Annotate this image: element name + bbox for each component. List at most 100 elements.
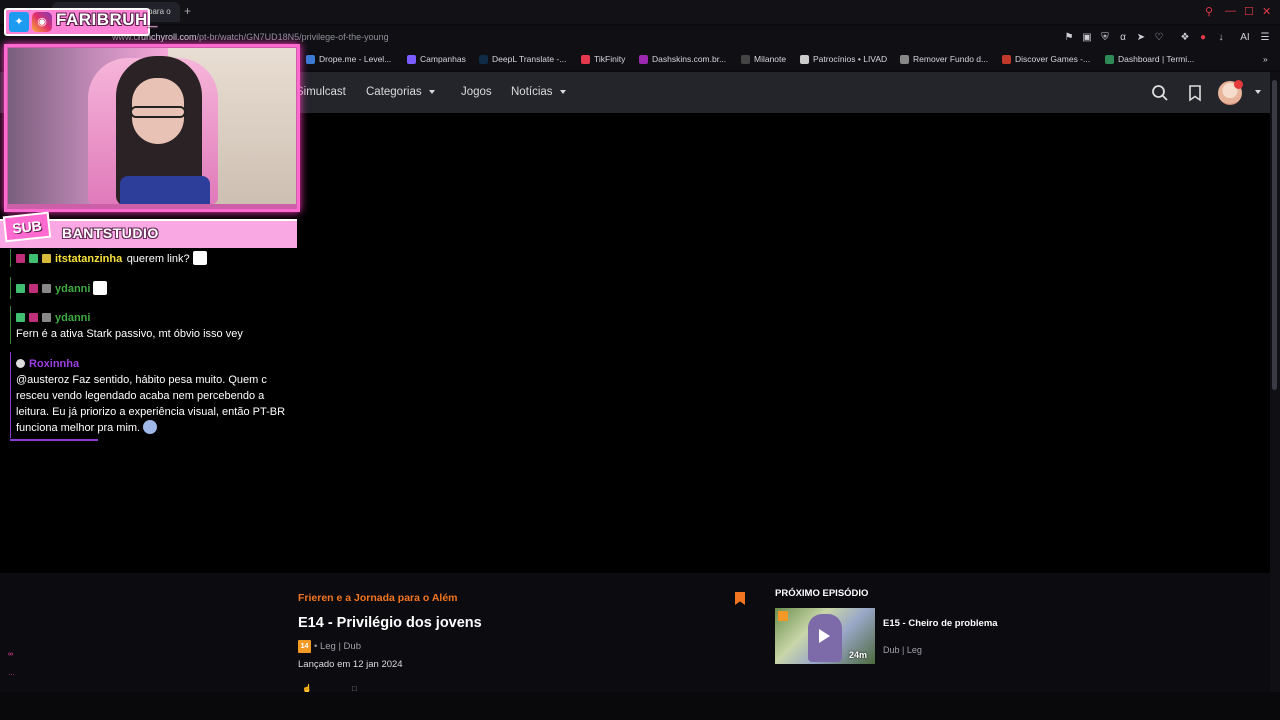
bookmark-icon[interactable] (735, 592, 745, 605)
bookmark-label: Remover Fundo d... (913, 54, 989, 64)
chat-badges (16, 308, 55, 326)
nav-jogos[interactable]: Jogos (461, 86, 492, 98)
bookmark-label: DeepL Translate -... (492, 54, 567, 64)
nav-noticias-label: Notícias (511, 86, 553, 98)
profile-menu-toggle[interactable] (1248, 86, 1261, 98)
watchlist-icon[interactable] (1186, 84, 1204, 102)
chat-text: querem link? (126, 253, 190, 265)
vpn-icon[interactable]: ● (1196, 31, 1210, 45)
nav-simulcast-label: Simulcast (296, 86, 346, 98)
bookmark-favicon-icon (306, 54, 315, 64)
maximize-icon[interactable]: ☐ (1244, 5, 1254, 18)
search-tabs-icon[interactable]: ⚲ (1205, 5, 1213, 18)
chat-username[interactable]: itstatanzinha (55, 253, 122, 265)
bookmark-label: TikFinity (594, 54, 626, 64)
next-episode-audio: Dub | Leg (883, 645, 922, 655)
translate-icon[interactable]: α (1116, 31, 1130, 45)
bookmark-favicon-icon (1105, 54, 1114, 64)
bookmark-favicon-icon (741, 54, 750, 64)
bookmark-item[interactable]: Discover Games -... (1002, 54, 1090, 64)
close-icon[interactable]: ✕ (1262, 5, 1271, 18)
bookmark-label: Drope.me - Level... (319, 54, 392, 64)
send-icon[interactable]: ➤ (1134, 31, 1148, 45)
chat-badges (16, 249, 55, 267)
age-rating-badge (778, 611, 788, 621)
audio-options: • Leg | Dub (314, 641, 361, 652)
ai-assistant-icon[interactable]: AI (1234, 31, 1256, 45)
nav-categorias-label: Categorias (366, 86, 422, 98)
extensions-icon[interactable]: ❖ (1178, 31, 1192, 45)
nav-noticias[interactable]: Notícias (511, 86, 566, 98)
new-tab-icon[interactable]: + (184, 4, 191, 18)
bookmark-item[interactable]: Patrocínios • LIVAD (800, 54, 887, 64)
url-path: /pt-br/watch/GN7UD18N5/privilege-of-the-… (196, 32, 389, 42)
chat-badges (16, 279, 55, 297)
instagram-icon: ◉ (32, 12, 52, 32)
bookmark-item[interactable]: Campanhas (407, 54, 466, 64)
bookmark-item[interactable]: Milanote (741, 54, 786, 64)
nav-jogos-label: Jogos (461, 86, 492, 98)
menu-icon[interactable]: ☰ (1258, 31, 1272, 45)
bookmark-favicon-icon (639, 54, 648, 64)
chat-username[interactable]: Roxinnha (29, 358, 79, 370)
bookmark-label: Campanhas (420, 54, 466, 64)
chat-badges (16, 354, 29, 372)
emote-icon (93, 281, 108, 295)
scrollbar-thumb[interactable] (1272, 80, 1277, 390)
bookmark-favicon-icon (800, 54, 809, 64)
chat-divider (10, 439, 98, 441)
sub-tag: SUB (2, 211, 52, 243)
screenshot-icon[interactable]: ▣ (1080, 31, 1094, 45)
next-episode-heading: PRÓXIMO EPISÓDIO (775, 588, 869, 599)
chat-text: Fern é a ativa Stark passivo, mt óbvio i… (16, 328, 243, 340)
bookmark-label: Milanote (754, 54, 787, 64)
bookmark-item[interactable]: TikFinity (581, 54, 625, 64)
bookmark-favicon-icon (407, 54, 416, 64)
nav-simulcast[interactable]: Simulcast (296, 86, 346, 98)
chat-message: itstatanzinha querem link? (10, 249, 210, 267)
url-field[interactable]: www.crunchyroll.com/pt-br/watch/GN7UD18N… (112, 32, 389, 42)
bookmark-page-icon[interactable]: ⚑ (1062, 31, 1076, 45)
bookmark-item[interactable]: Remover Fundo d... (900, 54, 988, 64)
bookmarks-overflow-icon[interactable]: » (1263, 54, 1268, 64)
notification-dot (1234, 80, 1243, 89)
ai-label: AI (1240, 32, 1250, 43)
bookmark-label: Dashskins.com.br... (652, 54, 727, 64)
shield-icon[interactable]: ⛨ (1098, 31, 1112, 45)
bookmark-item[interactable]: DeepL Translate -... (479, 54, 566, 64)
emote-icon (143, 420, 158, 434)
overlay-mark: … (8, 670, 15, 677)
nav-categorias[interactable]: Categorias (366, 86, 435, 98)
bookmark-favicon-icon (479, 54, 488, 64)
taskbar (0, 692, 1280, 720)
next-episode-thumbnail[interactable]: 24m (775, 608, 875, 664)
emote-icon (192, 251, 207, 265)
bookmark-item[interactable]: Dashskins.com.br... (639, 54, 726, 64)
bookmark-item[interactable]: Dashboard | Termi... (1105, 54, 1194, 64)
age-rating-badge: 14 (298, 640, 311, 653)
chat-message: ydanni Fern é a ativa Stark passivo, mt … (10, 306, 295, 344)
download-icon[interactable]: ↓ (1214, 31, 1228, 45)
bookmark-favicon-icon (581, 54, 590, 64)
bookmark-favicon-icon (1002, 54, 1011, 64)
chat-username[interactable]: ydanni (55, 312, 90, 324)
play-icon[interactable] (819, 629, 830, 643)
minimize-icon[interactable]: — (1225, 5, 1236, 17)
bookmark-label: Discover Games -... (1015, 54, 1091, 64)
series-link[interactable]: Frieren e a Jornada para o Além (298, 592, 458, 604)
twitter-icon: ✦ (9, 12, 29, 32)
chevron-down-icon (428, 89, 435, 94)
bookmark-favicon-icon (900, 54, 909, 64)
streamer-shirt (120, 176, 210, 204)
episode-meta: 14 • Leg | Dub (298, 640, 361, 653)
sub-name: BANTSTUDIO (62, 225, 159, 241)
chevron-down-icon (559, 89, 566, 94)
bookmark-item[interactable]: Drope.me - Level... (306, 54, 391, 64)
chat-username[interactable]: ydanni (55, 283, 90, 295)
next-episode-title[interactable]: E15 - Cheiro de problema (883, 618, 998, 629)
heart-icon[interactable]: ♡ (1152, 31, 1166, 45)
search-icon[interactable] (1151, 84, 1169, 102)
bookmark-label: Patrocínios • LIVAD (813, 54, 888, 64)
episode-title: E14 - Privilégio dos jovens (298, 615, 482, 631)
bookmark-label: Dashboard | Termi... (1118, 54, 1195, 64)
